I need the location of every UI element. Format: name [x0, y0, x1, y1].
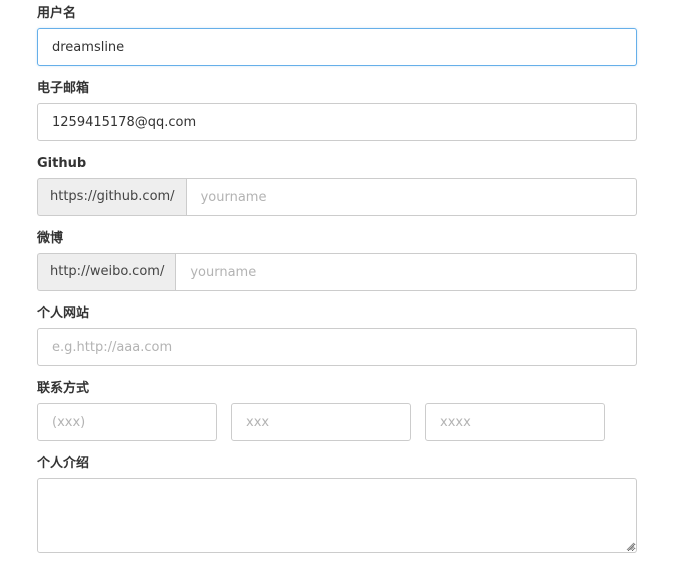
contact-label: 联系方式: [37, 381, 90, 396]
github-label: Github: [37, 156, 87, 171]
weibo-input-group: http://weibo.com/: [37, 253, 637, 291]
weibo-username-input[interactable]: [175, 253, 637, 291]
github-group: Github https://github.com/: [37, 150, 637, 225]
email-group: 电子邮箱: [37, 75, 637, 150]
weibo-url-prefix: http://weibo.com/: [37, 253, 176, 291]
website-input[interactable]: [37, 328, 637, 366]
username-input[interactable]: [37, 28, 637, 66]
weibo-label: 微博: [37, 231, 64, 246]
bio-label: 个人介绍: [37, 456, 90, 471]
bio-group: 个人介绍: [37, 450, 637, 553]
website-group: 个人网站: [37, 300, 637, 375]
phone-area-code-input[interactable]: [37, 403, 217, 441]
github-input-group: https://github.com/: [37, 178, 637, 216]
website-label: 个人网站: [37, 306, 90, 321]
email-input[interactable]: [37, 103, 637, 141]
github-url-prefix: https://github.com/: [37, 178, 186, 216]
bio-wrapper: [37, 478, 637, 553]
weibo-group: 微博 http://weibo.com/: [37, 225, 637, 300]
username-label: 用户名: [37, 6, 77, 21]
email-label: 电子邮箱: [37, 81, 90, 96]
profile-form: 用户名 电子邮箱 Github https://github.com/ 微博 h…: [37, 0, 637, 553]
username-group: 用户名: [37, 0, 637, 75]
contact-group: 联系方式: [37, 375, 637, 450]
phone-line-number-input[interactable]: [425, 403, 605, 441]
bio-textarea[interactable]: [37, 478, 637, 553]
github-username-input[interactable]: [185, 178, 637, 216]
phone-prefix-input[interactable]: [231, 403, 411, 441]
